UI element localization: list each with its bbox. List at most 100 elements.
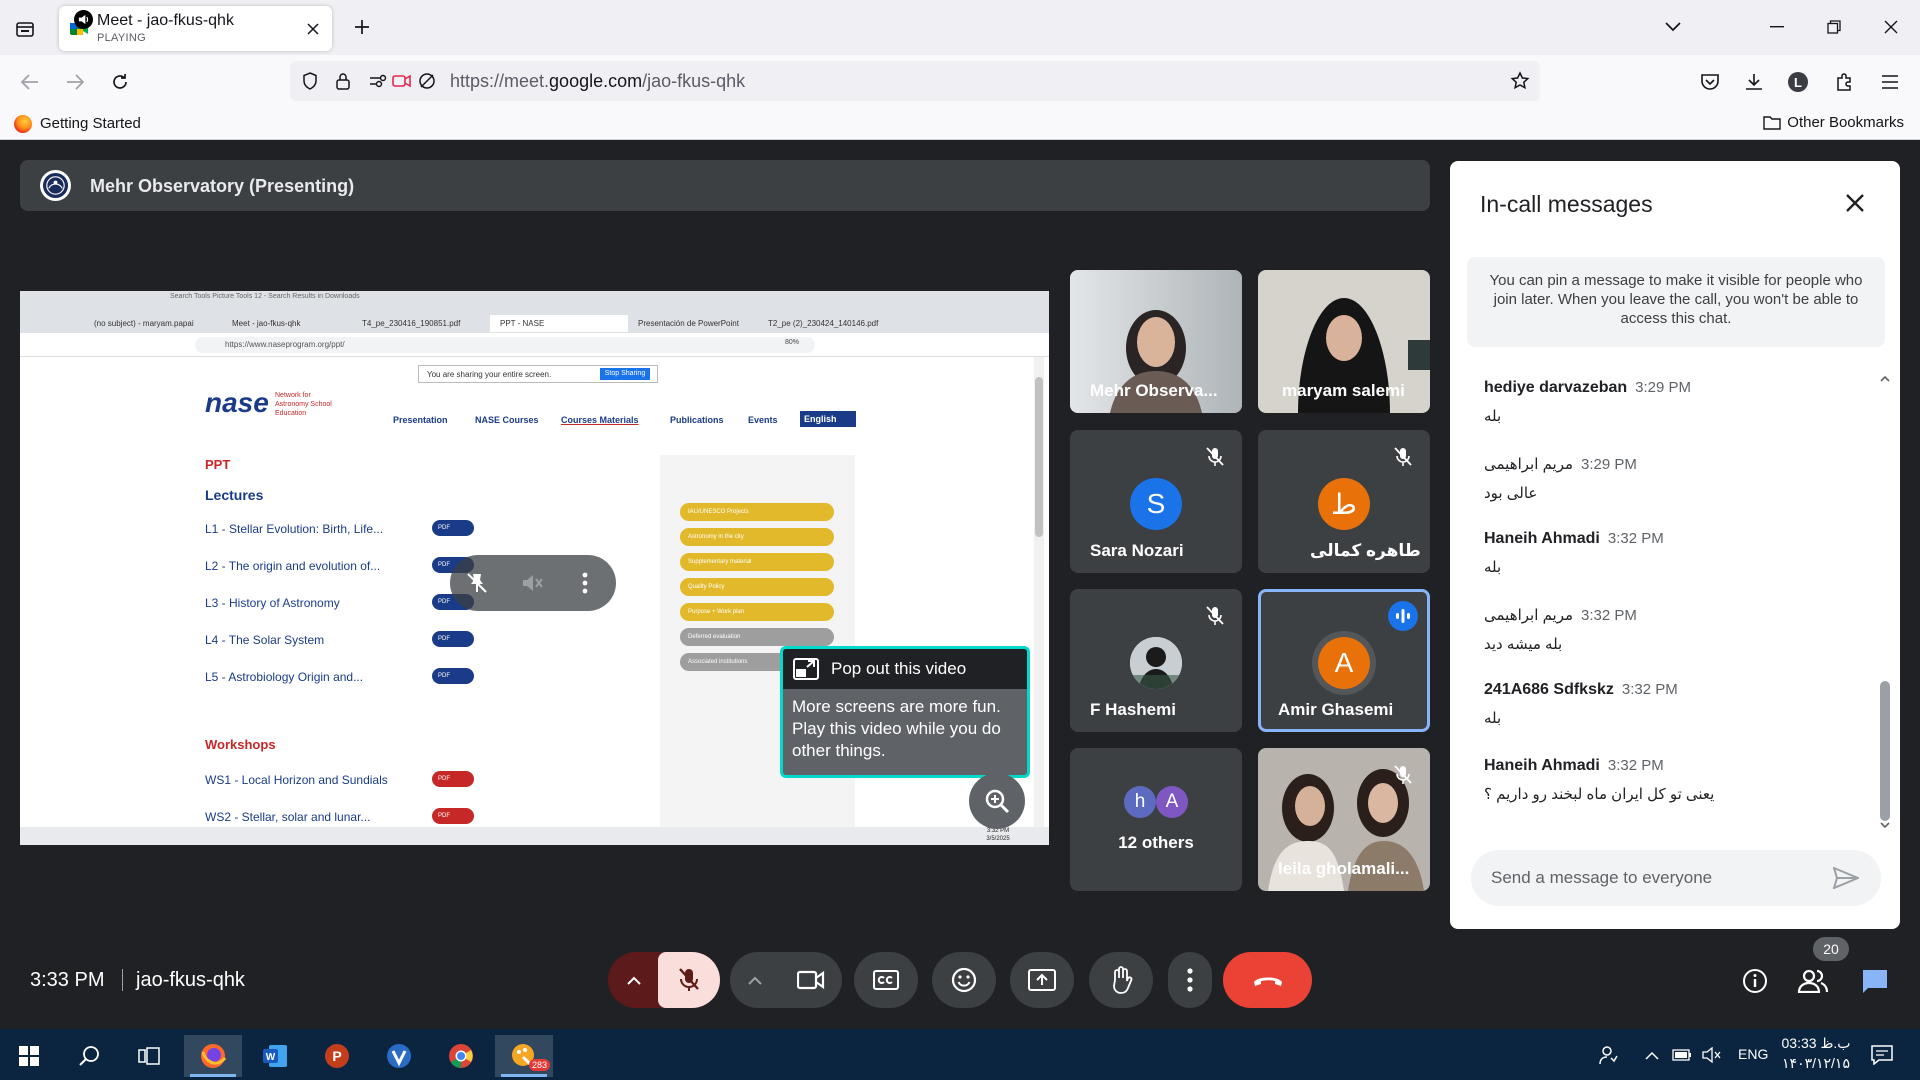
input-language[interactable]: ENG <box>1738 1046 1768 1062</box>
powerpoint-icon[interactable]: P <box>308 1035 366 1077</box>
others-tile[interactable]: h A 12 others <box>1070 748 1242 891</box>
mute-tile-icon[interactable] <box>518 568 548 598</box>
extensions-icon[interactable] <box>1830 68 1858 96</box>
shared-screen[interactable]: Search Tools Picture Tools 12 - Search R… <box>20 291 1049 845</box>
other-bookmarks[interactable]: Other Bookmarks <box>1763 114 1904 131</box>
list-all-tabs-icon[interactable] <box>1660 14 1686 40</box>
more-options-button[interactable] <box>1168 952 1212 1008</box>
vpn-icon[interactable] <box>370 1035 428 1077</box>
participant-tile[interactable]: leila gholamali... <box>1258 748 1430 891</box>
lock-icon[interactable] <box>333 71 353 91</box>
meeting-details-icon[interactable] <box>1733 959 1777 1003</box>
browser-tab-meet[interactable]: Meet - jao-fkus-qhk PLAYING <box>59 6 332 51</box>
downloads-icon[interactable] <box>1740 68 1768 96</box>
popout-body: More screens are more fun. Play this vid… <box>792 697 1001 760</box>
people-icon[interactable] <box>1791 959 1835 1003</box>
participant-tile[interactable]: S Sara Nozari <box>1070 430 1242 573</box>
reload-icon[interactable] <box>106 68 134 96</box>
tab-audio-playing-icon[interactable] <box>74 10 93 29</box>
tracking-protection-shield-icon[interactable] <box>300 71 320 91</box>
participant-tile[interactable]: ط طاهره کمالی <box>1258 430 1430 573</box>
svg-text:W: W <box>266 1052 276 1063</box>
task-view-icon[interactable] <box>120 1035 178 1077</box>
zoom-in-button[interactable] <box>969 773 1025 829</box>
shared-tab: Meet - jao-fkus-qhk <box>232 319 301 328</box>
message-time: 3:32 PM <box>1607 530 1664 547</box>
workshop-item: WS1 - Local Horizon and Sundials <box>205 773 388 787</box>
notifications-icon[interactable] <box>1868 1041 1896 1069</box>
word-icon[interactable]: W <box>246 1035 304 1077</box>
pocket-icon[interactable] <box>1696 68 1724 96</box>
others-count: 12 others <box>1118 833 1194 852</box>
shared-tab: Presentación de PowerPoint <box>638 319 739 328</box>
ppt-heading: PPT <box>205 457 231 472</box>
minimize-window-icon[interactable] <box>1762 12 1792 42</box>
tray-date[interactable]: ۱۴۰۳/۱۲/۱۵ <box>1778 1055 1854 1072</box>
chat-scroll-thumb[interactable] <box>1880 681 1890 821</box>
participant-tile-speaking[interactable]: A Amir Ghasemi <box>1258 589 1430 732</box>
firefox-icon[interactable] <box>184 1035 242 1077</box>
close-window-icon[interactable] <box>1876 12 1906 42</box>
close-chat-icon[interactable] <box>1837 185 1873 221</box>
address-bar[interactable]: https://meet.google.com/jao-fkus-qhk <box>290 61 1540 101</box>
meeting-code: jao-fkus-qhk <box>136 969 245 991</box>
battery-icon[interactable] <box>1670 1043 1694 1067</box>
pinned-tile-controls <box>450 555 616 611</box>
url-text[interactable]: https://meet.google.com/jao-fkus-qhk <box>450 71 745 92</box>
camera-sharing-icon[interactable] <box>392 71 412 91</box>
nase-menu-item: Events <box>748 415 778 425</box>
firefox-view-icon[interactable] <box>10 14 40 44</box>
start-icon[interactable] <box>0 1035 58 1077</box>
muted-mic-icon <box>1200 442 1230 472</box>
svg-text:L: L <box>1794 75 1802 90</box>
chrome-icon[interactable] <box>432 1035 490 1077</box>
shared-tab: (no subject) - maryam.papai <box>94 319 194 328</box>
lecture-item: L2 - The origin and evolution of... <box>205 559 381 573</box>
meet-call-area: Mehr Observatory (Presenting) Search Too… <box>0 140 1920 1029</box>
app-menu-icon[interactable] <box>1876 68 1904 96</box>
forward-icon[interactable] <box>61 68 89 96</box>
chat-message: Haneih Ahmadi 3:32 PM یعنی تو کل ایران ما… <box>1484 757 1874 803</box>
raise-hand-button[interactable] <box>1089 952 1153 1008</box>
unmute-mic-button[interactable] <box>658 952 720 1008</box>
chat-icon[interactable] <box>1853 959 1897 1003</box>
unpin-icon[interactable] <box>462 568 492 598</box>
back-icon[interactable] <box>16 68 44 96</box>
more-options-icon[interactable] <box>570 568 600 598</box>
send-icon[interactable] <box>1830 862 1862 894</box>
pdf-badge: PDF <box>432 520 474 536</box>
camera-button[interactable] <box>780 952 842 1008</box>
permissions-icon[interactable] <box>368 71 388 91</box>
bookmark-star-icon[interactable] <box>1510 71 1530 91</box>
people-tray-icon[interactable] <box>1596 1043 1620 1067</box>
tray-time[interactable]: 03:33 ب.ظ <box>1778 1035 1854 1052</box>
popout-title[interactable]: Pop out this video <box>783 649 1027 689</box>
captions-button[interactable] <box>854 952 918 1008</box>
participant-tile[interactable]: maryam salemi <box>1258 270 1430 413</box>
audio-settings-chevron-icon[interactable] <box>608 952 660 1008</box>
lecture-item: L4 - The Solar System <box>205 633 325 647</box>
reactions-button[interactable] <box>932 952 996 1008</box>
nase-menu-item: Courses Materials <box>561 415 639 425</box>
paint-icon[interactable]: 283 <box>495 1035 553 1077</box>
search-icon[interactable] <box>60 1035 118 1077</box>
present-screen-button[interactable] <box>1010 952 1074 1008</box>
restore-window-icon[interactable] <box>1819 12 1849 42</box>
volume-muted-icon[interactable] <box>1700 1043 1724 1067</box>
participant-tile[interactable]: Mehr Observa... <box>1070 270 1242 413</box>
leave-call-button[interactable] <box>1223 952 1312 1008</box>
message-time: 3:32 PM <box>1621 681 1678 698</box>
message-text: عالی بود <box>1484 485 1538 502</box>
chat-message-input[interactable]: Send a message to everyone <box>1471 850 1881 906</box>
participant-tile[interactable]: F Hashemi <box>1070 589 1242 732</box>
bookmark-getting-started[interactable]: Getting Started <box>40 115 141 132</box>
shared-taskbar: 3:32 PM 3/5/2025 <box>20 827 1049 845</box>
video-settings-chevron-icon[interactable] <box>730 952 780 1008</box>
show-hidden-icons-icon[interactable] <box>1640 1043 1664 1067</box>
new-tab-icon[interactable] <box>349 14 375 40</box>
account-avatar-icon[interactable]: L <box>1784 68 1812 96</box>
message-sender: مریم ابراهیمی <box>1484 456 1574 473</box>
close-tab-icon[interactable] <box>302 18 324 40</box>
participant-name: maryam salemi <box>1282 381 1405 400</box>
autoplay-blocked-icon[interactable] <box>417 71 437 91</box>
